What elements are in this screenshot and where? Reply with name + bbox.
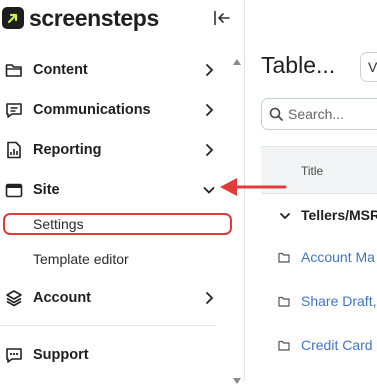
layers-icon: [5, 289, 23, 307]
screensteps-logo-icon: [2, 7, 24, 29]
search-input[interactable]: Search...: [261, 98, 377, 130]
folder-icon: [278, 296, 290, 307]
sidebar-subitem-label: Settings: [33, 216, 84, 232]
table-row[interactable]: Share Draft,: [261, 291, 377, 315]
table-row-link[interactable]: Share Draft,: [301, 293, 376, 309]
chevron-right-icon: [206, 144, 214, 156]
report-icon: [5, 141, 23, 159]
scroll-down-arrow[interactable]: [232, 372, 242, 384]
chat-icon: [5, 101, 23, 119]
folder-icon: [278, 340, 290, 351]
collapse-left-icon: [214, 11, 230, 25]
sidebar-item-support[interactable]: Support: [0, 338, 230, 372]
sidebar-item-site[interactable]: Site: [0, 173, 230, 207]
sidebar-item-label: Account: [33, 290, 91, 306]
browser-window-icon: [5, 181, 23, 199]
chevron-down-icon: [280, 213, 290, 220]
table-row[interactable]: Account Ma: [261, 247, 377, 271]
folder-icon: [278, 252, 290, 263]
table-row-link[interactable]: Account Ma: [301, 249, 375, 265]
chevron-right-icon: [206, 292, 214, 304]
sidebar-subitem-label: Template editor: [33, 251, 129, 267]
sidebar: screensteps Content Communications Repor…: [0, 0, 245, 384]
table-row-link[interactable]: Credit Card: [301, 337, 373, 353]
sidebar-subitem-template-editor[interactable]: Template editor: [0, 245, 236, 273]
collapse-sidebar-button[interactable]: [211, 8, 233, 28]
sidebar-divider: [0, 325, 216, 326]
group-name: Tellers/MSRs: [301, 207, 377, 223]
brand-name: screensteps: [29, 5, 159, 31]
sidebar-item-label: Reporting: [33, 142, 102, 158]
view-button-label: V: [368, 59, 377, 75]
page-title: Table...: [261, 52, 336, 78]
search-placeholder: Search...: [288, 106, 345, 122]
sidebar-item-label: Site: [33, 182, 60, 198]
sidebar-item-account[interactable]: Account: [0, 281, 230, 315]
table-group-row[interactable]: Tellers/MSRs: [261, 204, 377, 230]
sidebar-item-label: Support: [33, 347, 89, 363]
table-row[interactable]: Credit Card: [261, 335, 377, 359]
sidebar-item-content[interactable]: Content: [0, 53, 230, 87]
sidebar-subitem-settings[interactable]: Settings: [0, 210, 236, 238]
search-icon: [269, 107, 283, 121]
scroll-up-arrow[interactable]: [232, 53, 242, 65]
chevron-down-icon: [203, 187, 215, 194]
brand-logo[interactable]: screensteps: [2, 5, 159, 31]
chevron-right-icon: [206, 104, 214, 116]
chevron-right-icon: [206, 64, 214, 76]
sidebar-item-reporting[interactable]: Reporting: [0, 133, 230, 167]
sidebar-item-communications[interactable]: Communications: [0, 93, 230, 127]
sidebar-item-label: Content: [33, 62, 88, 78]
annotation-arrow-icon: [220, 178, 287, 196]
sidebar-item-label: Communications: [33, 102, 151, 118]
support-chat-icon: [5, 346, 23, 364]
folder-icon: [5, 61, 23, 79]
view-button[interactable]: V: [360, 52, 377, 82]
column-header-title[interactable]: Title: [301, 164, 323, 178]
